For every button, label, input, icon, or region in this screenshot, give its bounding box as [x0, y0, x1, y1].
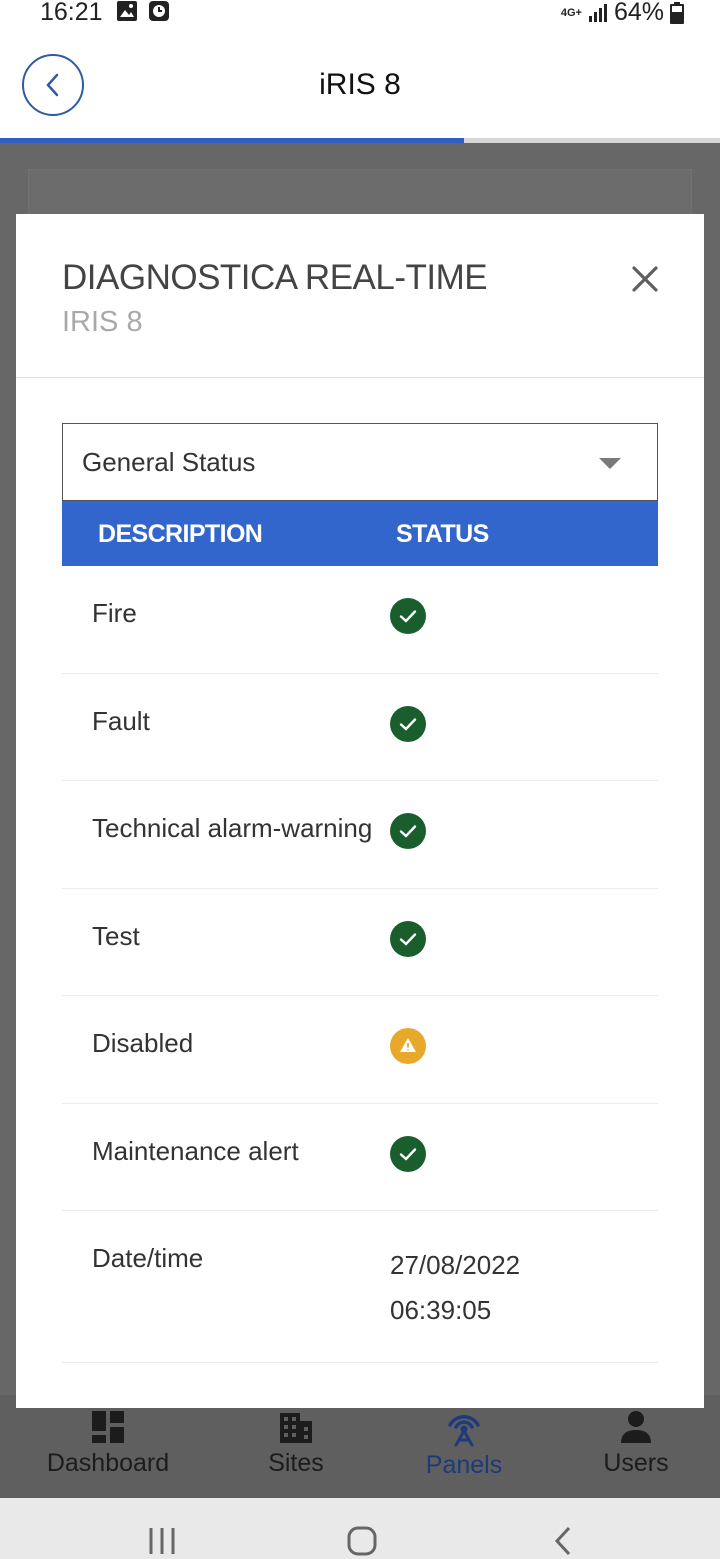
row-description: Date/time: [92, 1243, 204, 1273]
row-description: Maintenance alert: [92, 1135, 299, 1166]
date-value: 27/08/2022: [390, 1250, 521, 1280]
status-ok-icon: [390, 1135, 426, 1172]
antenna-icon: [448, 1415, 480, 1447]
nav-users-label: Users: [603, 1449, 669, 1477]
gallery-icon: [117, 1, 137, 21]
back-icon[interactable]: [552, 1526, 574, 1556]
row-description: Disabled: [92, 1028, 194, 1058]
nav-panels[interactable]: Panels: [384, 1409, 544, 1480]
table-row: Maintenance alert: [62, 1104, 658, 1211]
clock-icon: [149, 1, 169, 21]
signal-icon: [588, 3, 607, 22]
row-description: Technical alarm-warning: [92, 813, 373, 843]
nav-dashboard-label: Dashboard: [46, 1449, 170, 1477]
status-bar: 16:21 4G+ 64%: [0, 0, 720, 30]
home-icon[interactable]: [347, 1526, 377, 1556]
status-ok-icon: [390, 920, 426, 957]
modal-title: DIAGNOSTICA REAL-TIME: [62, 258, 488, 297]
user-icon: [621, 1411, 651, 1443]
table-row: Disabled: [62, 996, 658, 1104]
bottom-navigation: Dashboard Sites Panels Users: [0, 1395, 720, 1498]
status-time: 16:21: [40, 0, 103, 26]
system-navigation: [0, 1498, 720, 1559]
status-ok-icon: [390, 598, 426, 634]
diagnostics-modal: DIAGNOSTICA REAL-TIME IRIS 8 General Sta…: [16, 214, 704, 1408]
dashboard-icon: [92, 1411, 124, 1443]
nav-sites-label: Sites: [268, 1449, 324, 1477]
status-ok-icon: [390, 813, 426, 849]
status-table-body: Fire Fault Technical alarm-warning Test …: [62, 566, 658, 1363]
nav-dashboard[interactable]: Dashboard: [28, 1409, 188, 1478]
recents-icon[interactable]: [148, 1526, 176, 1554]
column-status: STATUS: [396, 520, 489, 548]
row-description: Fire: [92, 598, 137, 628]
table-row: Technical alarm-warning: [62, 781, 658, 889]
table-row: Test: [62, 889, 658, 996]
battery-level: 64%: [613, 0, 664, 26]
table-header: DESCRIPTION STATUS: [62, 501, 658, 566]
column-description: DESCRIPTION: [98, 520, 263, 548]
row-description: Test: [92, 920, 140, 951]
modal-header: DIAGNOSTICA REAL-TIME IRIS 8: [16, 214, 704, 378]
chevron-down-icon: [599, 458, 621, 469]
datetime-value: 27/08/2022 06:39:05: [390, 1243, 520, 1333]
status-category-dropdown[interactable]: General Status: [62, 423, 658, 501]
nav-sites[interactable]: Sites: [216, 1409, 376, 1478]
battery-icon: [670, 1, 684, 24]
network-type: 4G+: [560, 6, 582, 19]
building-icon: [280, 1413, 312, 1443]
table-row: Fault: [62, 674, 658, 781]
page-title: iRIS 8: [319, 68, 401, 101]
table-row: Fire: [62, 566, 658, 674]
row-description: Fault: [92, 705, 150, 736]
time-value: 06:39:05: [390, 1295, 492, 1325]
modal-subtitle: IRIS 8: [62, 306, 143, 338]
status-warning-icon: [390, 1028, 426, 1064]
app-header: iRIS 8: [0, 30, 720, 138]
status-ok-icon: [390, 705, 426, 742]
table-row-datetime: Date/time 27/08/2022 06:39:05: [62, 1211, 658, 1363]
dropdown-selected-value: General Status: [82, 447, 256, 477]
close-icon[interactable]: [630, 264, 660, 294]
nav-users[interactable]: Users: [556, 1409, 716, 1478]
nav-panels-label: Panels: [425, 1451, 503, 1479]
